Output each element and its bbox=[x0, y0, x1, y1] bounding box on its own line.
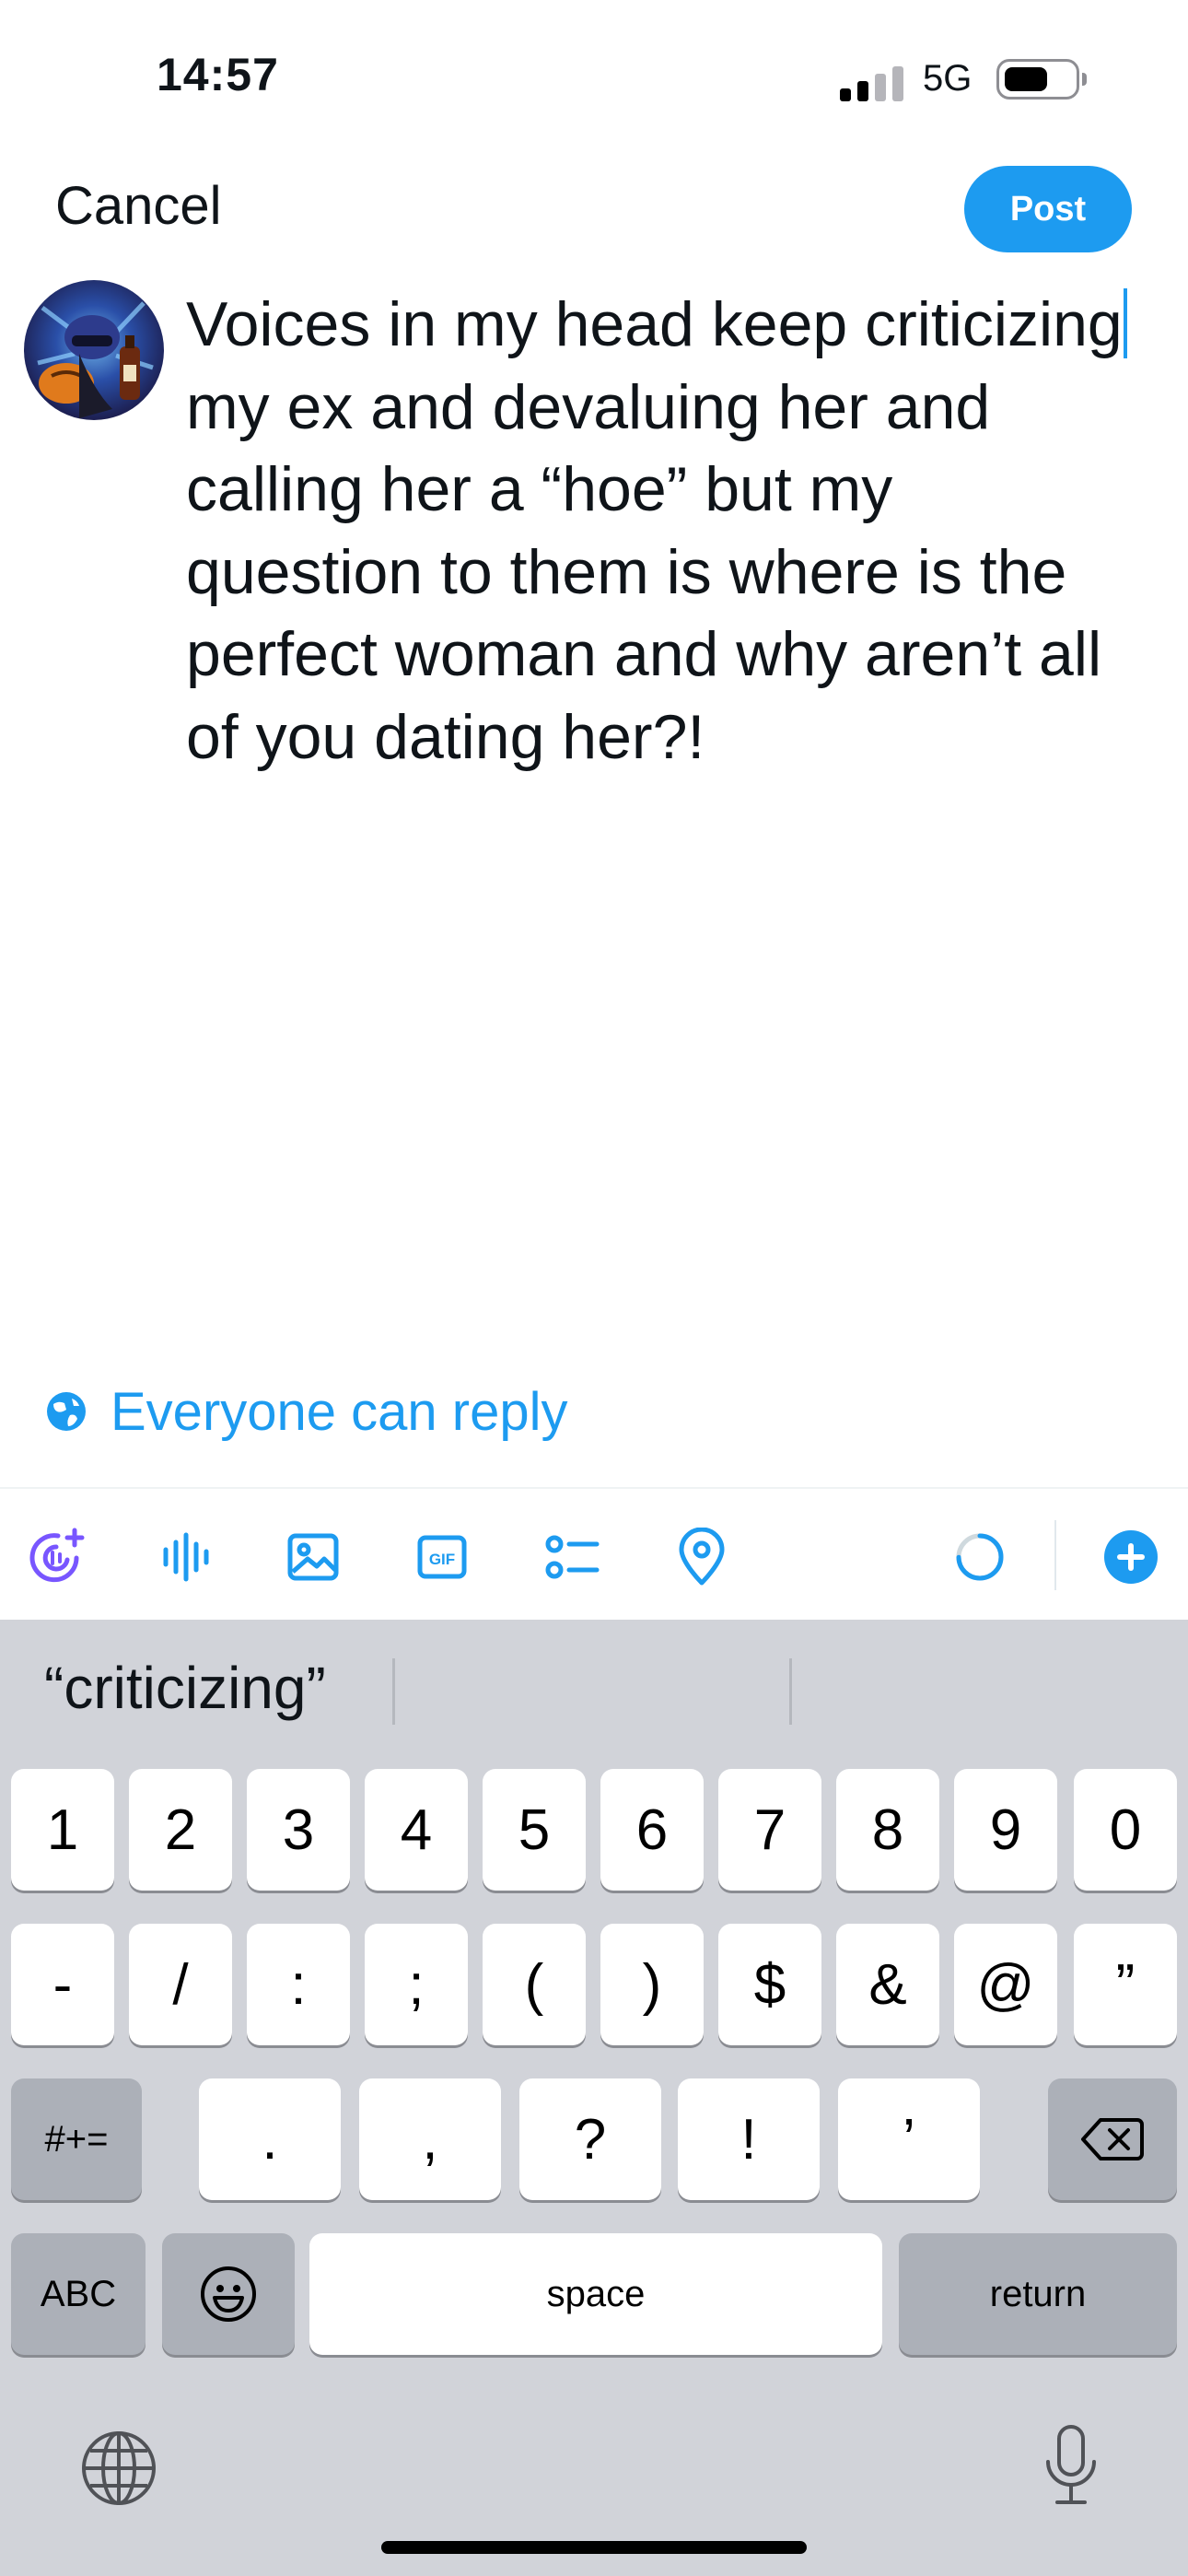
poll-icon[interactable] bbox=[538, 1522, 608, 1592]
post-text-input[interactable]: Voices in my head keep criticizing my ex… bbox=[186, 284, 1144, 779]
key-semicolon[interactable]: ; bbox=[365, 1924, 468, 2045]
key-3[interactable]: 3 bbox=[247, 1769, 350, 1891]
key-2[interactable]: 2 bbox=[129, 1769, 232, 1891]
battery-icon bbox=[996, 59, 1087, 100]
suggestion-divider bbox=[392, 1658, 395, 1725]
key-ampersand[interactable]: & bbox=[836, 1924, 939, 2045]
autocorrect-suggestion[interactable]: “criticizing” bbox=[44, 1654, 326, 1722]
key-8[interactable]: 8 bbox=[836, 1769, 939, 1891]
abc-key[interactable]: ABC bbox=[11, 2233, 146, 2355]
add-post-icon[interactable] bbox=[1096, 1522, 1166, 1592]
status-time: 14:57 bbox=[157, 49, 279, 100]
gif-icon-text: GIF bbox=[429, 1551, 455, 1568]
key-7[interactable]: 7 bbox=[718, 1769, 821, 1891]
key-quote[interactable]: ” bbox=[1074, 1924, 1177, 2045]
key-hyphen[interactable]: - bbox=[11, 1924, 114, 2045]
divider bbox=[0, 1487, 1188, 1489]
suggestion-divider bbox=[789, 1658, 792, 1725]
toolbar-separator bbox=[1054, 1520, 1056, 1590]
key-5[interactable]: 5 bbox=[483, 1769, 586, 1891]
key-1[interactable]: 1 bbox=[11, 1769, 114, 1891]
home-indicator bbox=[381, 2541, 807, 2554]
delete-key[interactable] bbox=[1048, 2078, 1177, 2200]
emoji-icon bbox=[201, 2266, 256, 2322]
key-at[interactable]: @ bbox=[954, 1924, 1057, 2045]
avatar[interactable] bbox=[24, 280, 164, 420]
cancel-button[interactable]: Cancel bbox=[55, 175, 222, 237]
location-icon[interactable] bbox=[667, 1522, 737, 1592]
reply-setting-button[interactable]: Everyone can reply bbox=[46, 1381, 568, 1442]
key-open-paren[interactable]: ( bbox=[483, 1924, 586, 2045]
backspace-icon bbox=[1081, 2118, 1144, 2160]
gif-icon[interactable]: GIF bbox=[407, 1522, 477, 1592]
globe-icon bbox=[47, 1392, 86, 1431]
image-icon[interactable] bbox=[278, 1522, 348, 1592]
key-apostrophe[interactable]: ’ bbox=[838, 2078, 980, 2200]
microphone-icon[interactable] bbox=[1039, 2421, 1103, 2513]
key-colon[interactable]: : bbox=[247, 1924, 350, 2045]
key-period[interactable]: . bbox=[199, 2078, 341, 2200]
space-key[interactable]: space bbox=[309, 2233, 882, 2355]
key-4[interactable]: 4 bbox=[365, 1769, 468, 1891]
character-count-ring bbox=[945, 1522, 1015, 1592]
network-type: 5G bbox=[923, 58, 973, 99]
key-comma[interactable]: , bbox=[359, 2078, 501, 2200]
emoji-key[interactable] bbox=[162, 2233, 295, 2355]
key-question[interactable]: ? bbox=[519, 2078, 661, 2200]
reply-setting-label: Everyone can reply bbox=[111, 1381, 568, 1442]
key-exclamation[interactable]: ! bbox=[678, 2078, 820, 2200]
symbols-toggle-key[interactable]: #+= bbox=[11, 2078, 142, 2200]
return-key[interactable]: return bbox=[899, 2233, 1177, 2355]
text-cursor bbox=[1123, 288, 1127, 358]
post-text-before-cursor: Voices in my head keep criticizing bbox=[186, 289, 1123, 359]
key-dollar[interactable]: $ bbox=[718, 1924, 821, 2045]
grok-voice-icon[interactable] bbox=[22, 1522, 92, 1592]
cellular-signal-icon bbox=[840, 64, 904, 101]
key-slash[interactable]: / bbox=[129, 1924, 232, 2045]
audio-icon[interactable] bbox=[151, 1522, 221, 1592]
globe-keyboard-icon[interactable] bbox=[79, 2429, 158, 2508]
key-6[interactable]: 6 bbox=[600, 1769, 704, 1891]
key-close-paren[interactable]: ) bbox=[600, 1924, 704, 2045]
key-9[interactable]: 9 bbox=[954, 1769, 1057, 1891]
post-text-after-cursor: my ex and devaluing her and calling her … bbox=[186, 289, 1146, 772]
post-button[interactable]: Post bbox=[964, 166, 1132, 252]
key-0[interactable]: 0 bbox=[1074, 1769, 1177, 1891]
